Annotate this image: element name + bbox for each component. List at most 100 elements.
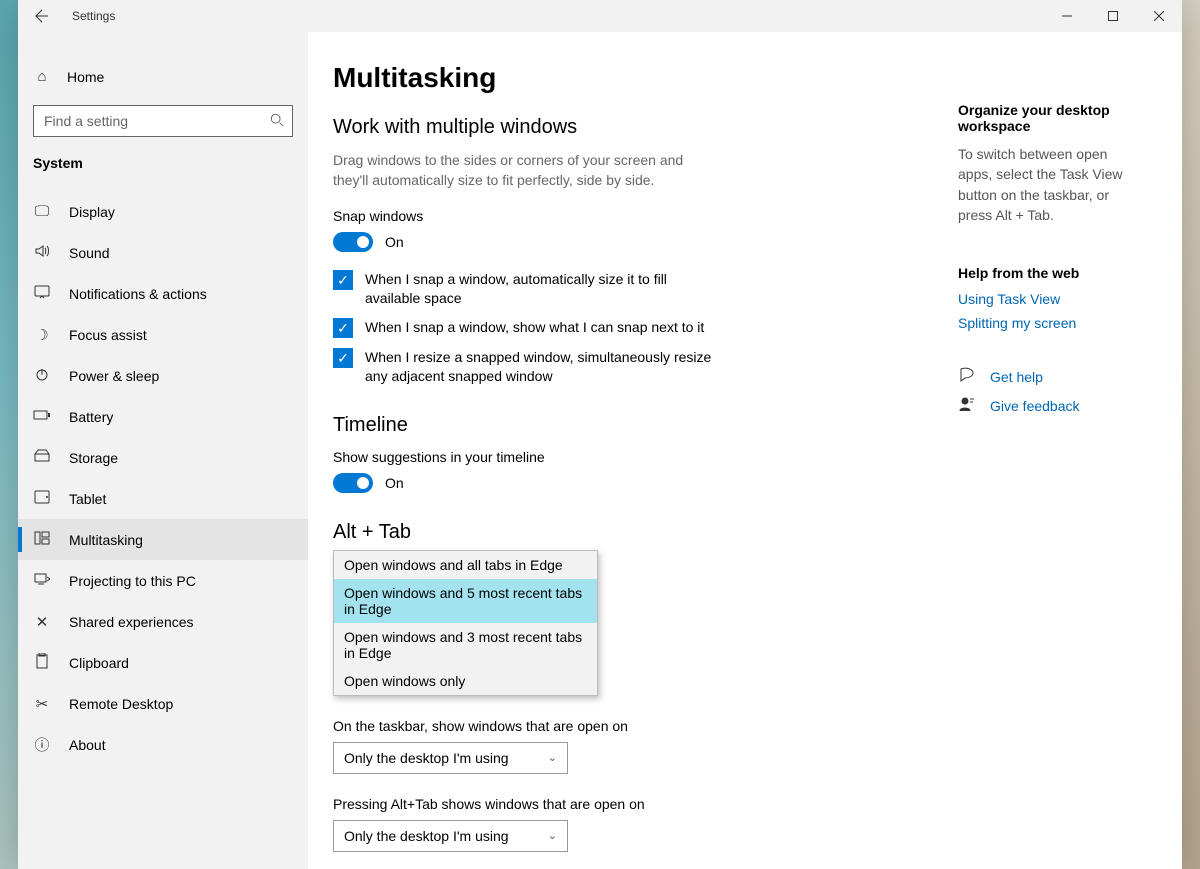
titlebar: Settings [18,0,1182,32]
search-icon [270,113,284,130]
nav-clipboard[interactable]: Clipboard [18,642,308,683]
taskbar-dropdown-value: Only the desktop I'm using [344,750,509,766]
back-button[interactable] [18,0,66,32]
search-input[interactable]: Find a setting [33,105,293,137]
nav-focus-assist[interactable]: ☽ Focus assist [18,314,308,355]
clipboard-icon [33,653,51,673]
nav-projecting[interactable]: Projecting to this PC [18,560,308,601]
chevron-down-icon: ⌄ [548,829,557,842]
close-button[interactable] [1136,0,1182,32]
nav-label: Remote Desktop [69,696,173,712]
power-icon [33,366,51,386]
focus-assist-icon: ☽ [33,326,51,344]
rail-organize-heading: Organize your desktop workspace [958,102,1142,134]
nav-label: Storage [69,450,118,466]
link-task-view[interactable]: Using Task View [958,291,1142,307]
nav-sound[interactable]: Sound [18,232,308,273]
storage-icon [33,449,51,467]
check-show-next[interactable]: ✓ [333,318,353,338]
nav-label: Notifications & actions [69,286,207,302]
section-windows-description: Drag windows to the sides or corners of … [333,151,693,190]
timeline-toggle[interactable] [333,473,373,493]
alttab-option[interactable]: Open windows only [334,667,597,695]
taskbar-dropdown[interactable]: Only the desktop I'm using ⌄ [333,742,568,774]
remote-desktop-icon: ✂⁢ [33,695,51,713]
nav-label: Multitasking [69,532,143,548]
nav-label: Power & sleep [69,368,159,384]
nav-notifications[interactable]: Notifications & actions [18,273,308,314]
app-title: Settings [66,9,115,23]
link-get-help[interactable]: Get help [990,369,1043,385]
timeline-state: On [385,475,404,491]
projecting-icon [33,572,51,590]
alttab-windows-dropdown[interactable]: Only the desktop I'm using ⌄ [333,820,568,852]
nav-tablet[interactable]: Tablet [18,478,308,519]
check-fill-space[interactable]: ✓ [333,270,353,290]
nav-display[interactable]: 🖵 Display [18,191,308,232]
sound-icon [33,243,51,263]
nav-label: About [69,737,106,753]
nav-label: Battery [69,409,113,425]
page-title: Multitasking [333,62,913,94]
nav-shared-experiences[interactable]: ✕⁢ Shared experiences [18,601,308,642]
snap-windows-toggle[interactable] [333,232,373,252]
nav-about[interactable]: ⓘ About [18,724,308,765]
battery-icon [33,408,51,425]
link-give-feedback[interactable]: Give feedback [990,398,1080,414]
check-fill-space-label: When I snap a window, automatically size… [365,270,723,308]
maximize-icon [1108,11,1118,21]
nav-power-sleep[interactable]: Power & sleep [18,355,308,396]
check-show-next-label: When I snap a window, show what I can sn… [365,318,704,337]
nav-remote-desktop[interactable]: ✂⁢ Remote Desktop [18,683,308,724]
right-rail: Organize your desktop workspace To switc… [938,32,1182,869]
section-windows-heading: Work with multiple windows [333,116,913,139]
taskbar-dropdown-label: On the taskbar, show windows that are op… [333,718,913,734]
nav-battery[interactable]: Battery [18,396,308,437]
sidebar: ⌂ Home Find a setting System 🖵 Display S… [18,32,308,869]
section-alttab-heading: Alt + Tab [333,521,913,544]
close-icon [1154,11,1164,21]
home-label: Home [67,69,104,85]
nav-storage[interactable]: Storage [18,437,308,478]
main-content: Multitasking Work with multiple windows … [308,32,938,869]
alttab-option[interactable]: Open windows and 3 most recent tabs in E… [334,623,597,667]
feedback-icon [958,396,976,415]
nav-label: Clipboard [69,655,129,671]
maximize-button[interactable] [1090,0,1136,32]
arrow-left-icon [35,9,49,23]
check-resize-adjacent[interactable]: ✓ [333,348,353,368]
home-nav[interactable]: ⌂ Home [18,60,308,93]
settings-window: Settings ⌂ Home Find a setting System [18,0,1182,869]
nav-label: Focus assist [69,327,147,343]
multitasking-icon [33,531,51,549]
display-icon: 🖵 [33,203,51,220]
notifications-icon [33,284,51,304]
timeline-label: Show suggestions in your timeline [333,449,913,465]
minimize-icon [1062,11,1072,21]
nav-label: Projecting to this PC [69,573,196,589]
nav-label: Shared experiences [69,614,194,630]
snap-windows-label: Snap windows [333,208,913,224]
rail-help-heading: Help from the web [958,265,1142,281]
minimize-button[interactable] [1044,0,1090,32]
home-icon: ⌂ [33,68,51,85]
alttab-windows-dropdown-label: Pressing Alt+Tab shows windows that are … [333,796,913,812]
snap-windows-state: On [385,234,404,250]
nav-multitasking[interactable]: Multitasking [18,519,308,560]
category-label: System [18,155,308,181]
alttab-windows-dropdown-value: Only the desktop I'm using [344,828,509,844]
about-icon: ⓘ [33,734,51,755]
section-timeline-heading: Timeline [333,414,913,437]
alttab-dropdown-open[interactable]: Open windows and all tabs in Edge Open w… [333,550,598,696]
nav-label: Display [69,204,115,220]
nav-label: Tablet [69,491,106,507]
rail-organize-text: To switch between open apps, select the … [958,144,1142,225]
help-icon [958,367,976,386]
tablet-icon [33,490,51,508]
nav-label: Sound [69,245,109,261]
alttab-option-selected[interactable]: Open windows and 5 most recent tabs in E… [334,579,597,623]
check-resize-adjacent-label: When I resize a snapped window, simultan… [365,348,723,386]
link-splitting-screen[interactable]: Splitting my screen [958,315,1142,331]
shared-icon: ✕⁢ [33,613,51,631]
alttab-option[interactable]: Open windows and all tabs in Edge [334,551,597,579]
